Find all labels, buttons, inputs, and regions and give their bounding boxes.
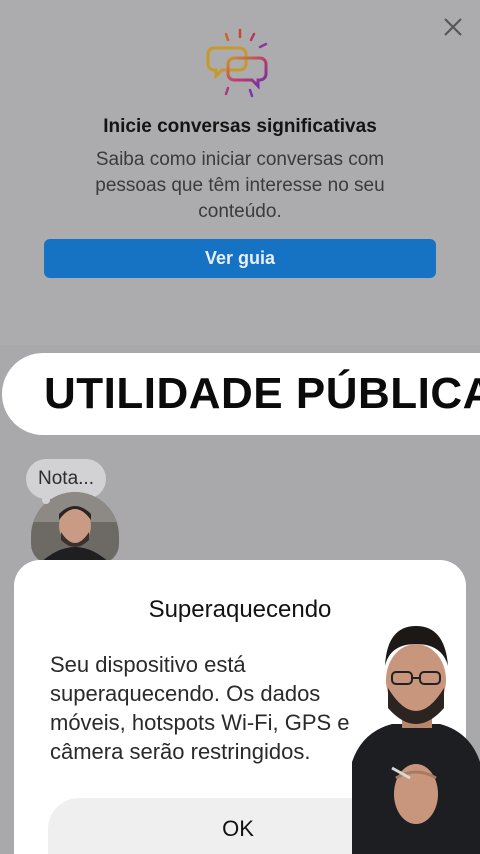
promo-title: Inicie conversas significativas bbox=[103, 116, 377, 137]
banner-text: UTILIDADE PÚBLICA bbox=[44, 369, 480, 418]
promo-description: Saiba como iniciar conversas com pessoas… bbox=[95, 149, 385, 222]
note-bubble-tail bbox=[42, 496, 50, 504]
dialog-message: Seu dispositivo está superaquecendo. Os … bbox=[50, 652, 350, 764]
note-text: Nota... bbox=[38, 468, 94, 489]
public-utility-banner: UTILIDADE PÚBLICA bbox=[2, 353, 480, 435]
presenter-overlay-image bbox=[352, 626, 480, 854]
see-guide-button[interactable]: Ver guia bbox=[44, 239, 436, 278]
close-icon bbox=[444, 18, 462, 36]
conversation-guide-panel: Inicie conversas significativas Saiba co… bbox=[0, 0, 480, 345]
chat-bubbles-sparkle-icon bbox=[206, 28, 268, 98]
close-button[interactable] bbox=[440, 14, 466, 40]
